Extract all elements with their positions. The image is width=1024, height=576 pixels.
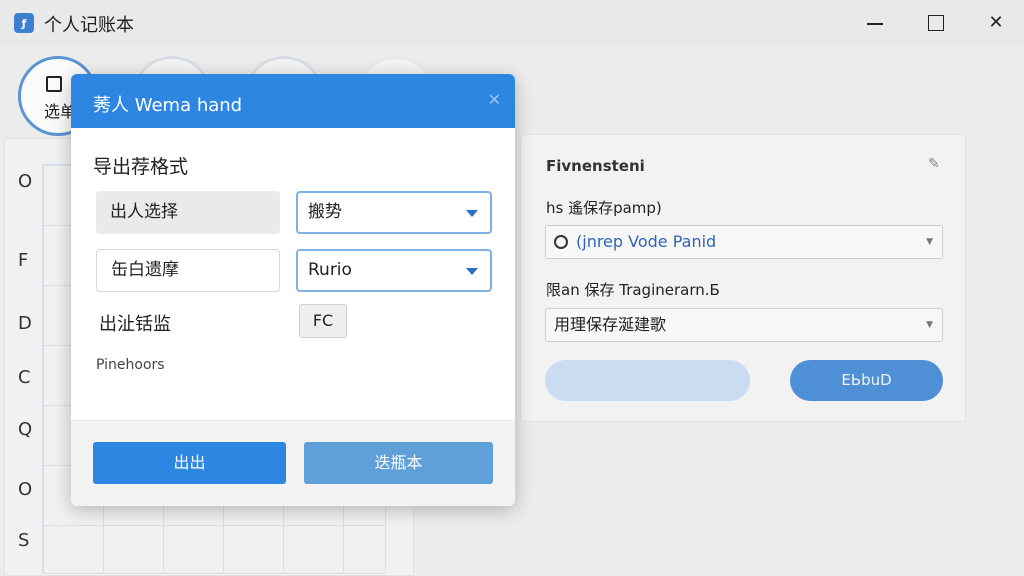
app-icon: ƒ bbox=[14, 13, 34, 33]
dialog-header: 莠人 Wema hand ✕ bbox=[71, 74, 515, 128]
close-button[interactable]: ✕ bbox=[983, 10, 1009, 36]
row-label: O bbox=[18, 171, 33, 192]
row-label: Q bbox=[18, 419, 33, 440]
dialog-hint-text: Pinehoors bbox=[96, 357, 165, 373]
export-button[interactable]: 出出 bbox=[93, 442, 286, 484]
maximize-button[interactable] bbox=[922, 10, 948, 36]
row-label: O bbox=[18, 479, 33, 500]
row-label: D bbox=[18, 313, 32, 334]
settings-select-1-value: (jnrep Vode Panid bbox=[576, 232, 717, 251]
export-dialog: 莠人 Wema hand ✕ 导出荐格式 出人选择 缶白遗摩 搬势 Rurio … bbox=[71, 74, 515, 506]
chevron-down-icon bbox=[466, 210, 478, 217]
export-format-select[interactable]: 搬势 bbox=[296, 191, 492, 234]
radio-icon bbox=[554, 235, 568, 249]
settings-label-1: hs 遙保存pamp) bbox=[546, 199, 662, 217]
settings-panel-title: Fivnensteni bbox=[546, 157, 645, 175]
dialog-close-icon[interactable]: ✕ bbox=[488, 90, 501, 109]
row-label: C bbox=[18, 367, 31, 388]
dialog-section-title: 导出荐格式 bbox=[93, 156, 189, 178]
title-bar: ƒ 个人记账本 ✕ bbox=[0, 0, 1024, 46]
chevron-down-icon: ▼ bbox=[926, 320, 933, 330]
edit-icon[interactable]: ✎ bbox=[928, 156, 940, 172]
dialog-title: 莠人 Wema hand bbox=[93, 95, 243, 116]
minimize-button[interactable] bbox=[862, 10, 888, 36]
settings-primary-button[interactable]: ЕЬbuD bbox=[790, 360, 943, 401]
settings-select-2[interactable]: 用理保存涎建歌 ▼ bbox=[545, 308, 943, 342]
settings-label-2: 限an 保存 Traginerarn.Б bbox=[546, 281, 720, 299]
row-label: S bbox=[18, 530, 30, 551]
app-title: 个人记账本 bbox=[44, 15, 134, 36]
export-field-1[interactable]: 出人选择 bbox=[96, 191, 280, 234]
export-format-value: 搬势 bbox=[308, 202, 342, 222]
settings-secondary-button[interactable] bbox=[545, 360, 750, 401]
settings-select-2-value: 用理保存涎建歌 bbox=[554, 315, 667, 334]
export-label-3: 出沚铦监 bbox=[99, 314, 171, 335]
row-label: F bbox=[18, 250, 29, 271]
choose-file-button[interactable]: 迭瓶本 bbox=[304, 442, 493, 484]
fc-button[interactable]: FC bbox=[299, 304, 347, 338]
calculator-icon bbox=[46, 76, 62, 92]
chevron-down-icon: ▼ bbox=[926, 237, 933, 247]
settings-select-1[interactable]: (jnrep Vode Panid ▼ bbox=[545, 225, 943, 259]
chevron-down-icon bbox=[466, 268, 478, 275]
export-option-value: Rurio bbox=[308, 260, 352, 280]
export-option-select[interactable]: Rurio bbox=[296, 249, 492, 292]
export-field-2[interactable]: 缶白遗摩 bbox=[96, 249, 280, 292]
